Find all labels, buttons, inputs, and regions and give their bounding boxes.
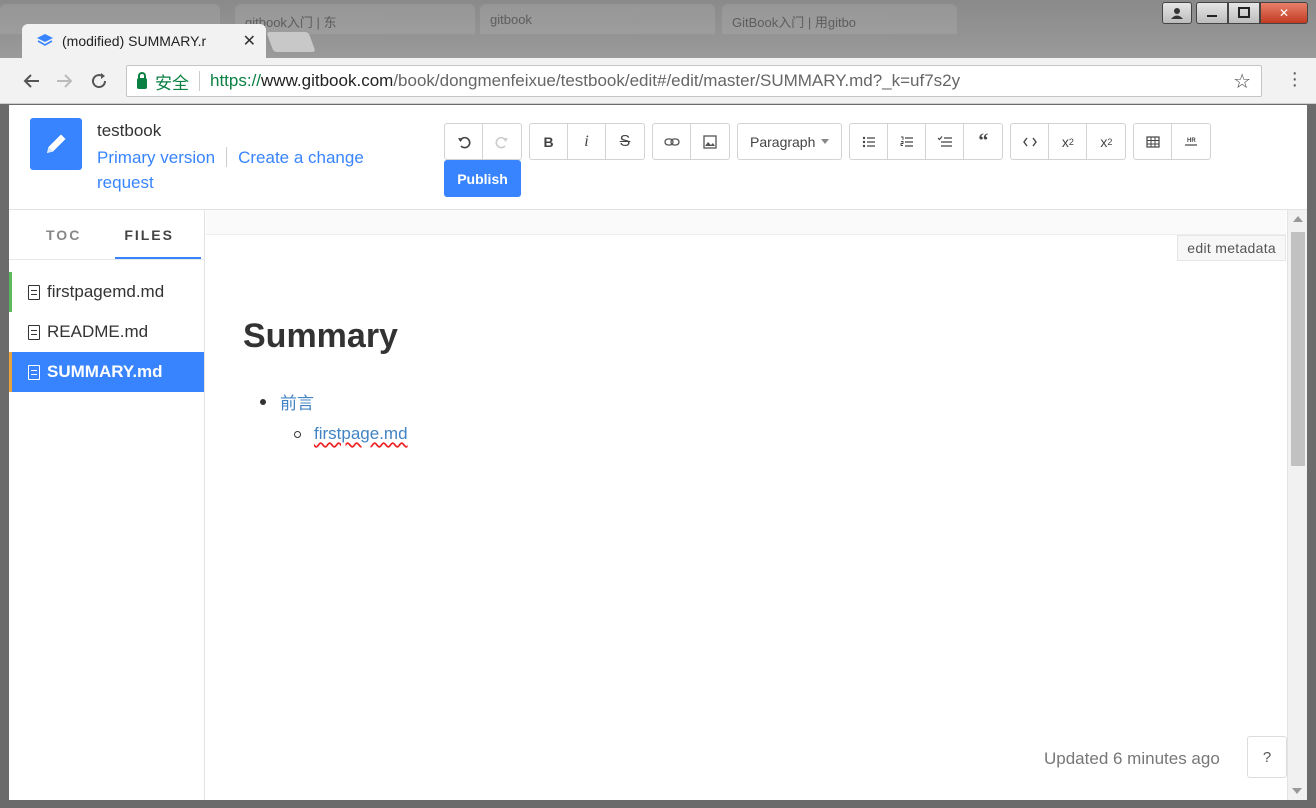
list-group: “ (849, 123, 1004, 160)
divider (226, 147, 228, 167)
gitbook-editor-page: testbook Primary version Create a change … (9, 105, 1307, 800)
background-tab[interactable]: gitbook入门 | 东 (235, 4, 475, 34)
document-title[interactable]: Summary (243, 317, 398, 356)
tab-toc[interactable]: TOC (46, 210, 81, 259)
list-item[interactable]: firstpage.md (294, 424, 408, 444)
subscript-icon[interactable]: x2 (1049, 124, 1088, 159)
address-bar[interactable]: 安全 https://www.gitbook.com/book/dongmenf… (126, 65, 1262, 97)
active-tab[interactable]: (modified) SUMMARY.r ✕ (22, 24, 266, 58)
strikethrough-icon[interactable]: S (606, 124, 644, 159)
window-titlebar: gitbook入门 | 东 gitbook GitBook入门 | 用gitbo… (0, 0, 1316, 58)
sidebar-tabs: TOC FILES (9, 210, 204, 260)
format-group: B i S (529, 123, 645, 160)
editor-header: testbook Primary version Create a change … (9, 105, 1307, 210)
vertical-scrollbar[interactable] (1287, 210, 1307, 800)
numbered-list-icon[interactable] (888, 124, 927, 159)
tab-title: (modified) SUMMARY.r (62, 33, 207, 49)
browser-toolbar: 安全 https://www.gitbook.com/book/dongmenf… (0, 58, 1316, 104)
edit-metadata-button[interactable]: edit metadata (1177, 235, 1286, 261)
link-icon[interactable] (653, 124, 691, 159)
book-name: testbook (97, 121, 162, 140)
file-icon (28, 324, 40, 340)
content-topbar (206, 210, 1286, 235)
paragraph-dropdown[interactable]: Paragraph (738, 124, 841, 159)
url-host: www.gitbook.com (261, 71, 394, 90)
bold-icon[interactable]: B (530, 124, 568, 159)
horizontal-rule-icon[interactable]: HR (1172, 124, 1210, 159)
window-controls: ✕ (1162, 2, 1308, 24)
background-tab[interactable]: GitBook入门 | 用gitbo (722, 4, 957, 34)
table-group: HR (1133, 123, 1212, 160)
file-icon (28, 284, 40, 300)
svg-text:HR: HR (1187, 138, 1196, 144)
file-item-firstpagemd[interactable]: firstpagemd.md (9, 272, 204, 312)
tab-files[interactable]: FILES (115, 210, 202, 259)
italic-icon[interactable]: i (568, 124, 606, 159)
code-icon[interactable] (1011, 124, 1050, 159)
editor-content[interactable]: edit metadata Summary 前言 firstpage.md Up… (206, 210, 1287, 800)
file-name: SUMMARY.md (47, 362, 163, 381)
bookmark-star-icon[interactable]: ☆ (1233, 69, 1251, 94)
table-icon[interactable] (1134, 124, 1173, 159)
file-sidebar: TOC FILES firstpagemd.md README.md SUMMA… (9, 210, 205, 800)
file-item-summary[interactable]: SUMMARY.md (9, 352, 204, 392)
undo-icon[interactable] (445, 124, 483, 159)
scrollbar-thumb[interactable] (1291, 232, 1305, 466)
firstpage-link[interactable]: firstpage.md (314, 424, 408, 444)
url-scheme: https:// (210, 71, 262, 90)
browser-menu-icon[interactable]: · · · (1291, 63, 1298, 95)
image-icon[interactable] (691, 124, 729, 159)
bullet (260, 398, 266, 405)
task-list-icon[interactable] (926, 124, 965, 159)
minimize-button[interactable] (1196, 2, 1228, 24)
paragraph-label: Paragraph (750, 133, 816, 150)
divider (199, 71, 200, 91)
url-path: /book/dongmenfeixue/testbook/edit#/edit/… (393, 71, 961, 90)
primary-version-link[interactable]: Primary version (97, 148, 215, 167)
summary-list: 前言 firstpage.md (260, 389, 408, 444)
list-item[interactable]: 前言 (260, 389, 408, 414)
back-arrow-icon[interactable] (14, 64, 48, 98)
reload-icon[interactable] (82, 64, 116, 98)
help-button[interactable]: ? (1247, 736, 1287, 778)
history-group (444, 123, 522, 160)
block-type-group: Paragraph (737, 123, 843, 160)
file-name: README.md (47, 322, 149, 341)
insert-group (652, 123, 730, 160)
lock-icon (137, 71, 147, 89)
redo-icon[interactable] (483, 124, 521, 159)
window-close-button[interactable]: ✕ (1260, 2, 1308, 24)
secure-label: 安全 (155, 73, 189, 93)
scroll-up-arrow-icon[interactable] (1292, 216, 1303, 222)
file-item-readme[interactable]: README.md (9, 312, 204, 352)
maximize-button[interactable] (1228, 2, 1260, 24)
book-edit-icon[interactable] (30, 118, 82, 170)
list-item-text[interactable]: 前言 (280, 389, 314, 414)
superscript-icon[interactable]: x2 (1087, 124, 1125, 159)
blockquote-icon[interactable]: “ (964, 124, 1002, 159)
file-icon (28, 364, 40, 380)
bullet-list-icon[interactable] (850, 124, 889, 159)
book-links: Primary version Create a change request (97, 145, 397, 195)
file-list: firstpagemd.md README.md SUMMARY.md (9, 272, 204, 392)
file-name: firstpagemd.md (47, 282, 165, 301)
scroll-down-arrow-icon[interactable] (1292, 788, 1302, 794)
profile-icon[interactable] (1162, 2, 1192, 24)
forward-arrow-icon[interactable] (48, 64, 82, 98)
bullet (294, 430, 301, 438)
new-tab-button[interactable] (266, 32, 316, 52)
chevron-down-icon (821, 139, 830, 144)
editor-toolbar: B i S Paragraph “ x 2 x 2 HR (444, 123, 1218, 160)
tab-close-icon[interactable]: ✕ (243, 31, 256, 51)
code-group: x2 x2 (1010, 123, 1127, 160)
updated-status: Updated 6 minutes ago (1044, 749, 1220, 768)
gitbook-favicon-icon (36, 33, 54, 50)
background-tab[interactable]: gitbook (480, 4, 715, 34)
publish-button[interactable]: Publish (444, 160, 521, 197)
